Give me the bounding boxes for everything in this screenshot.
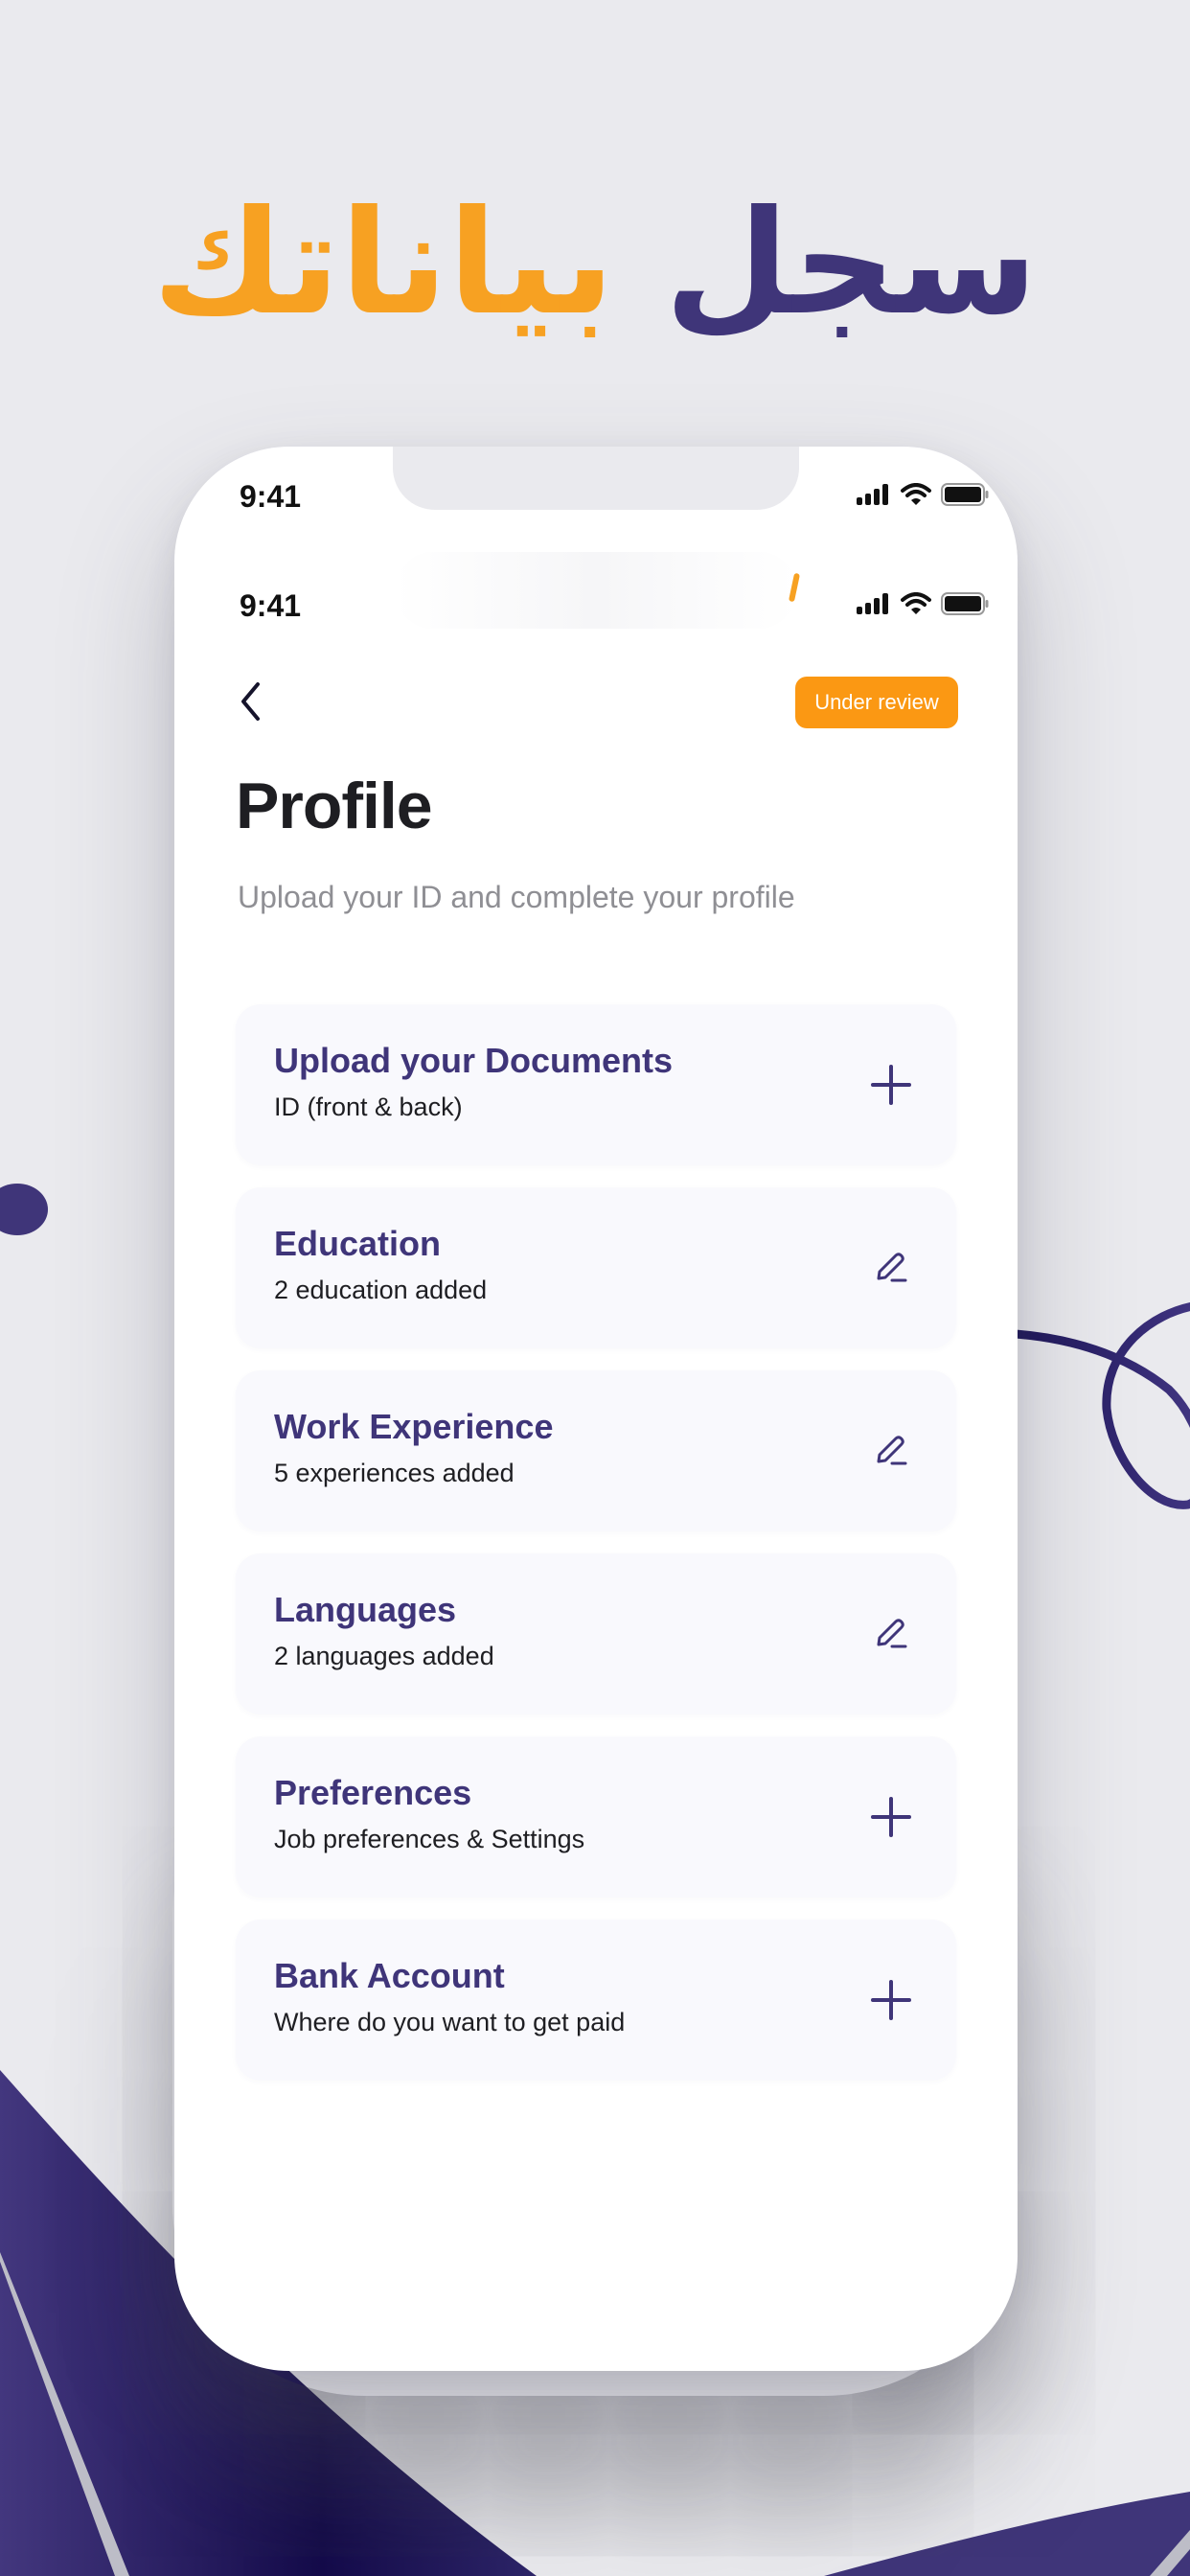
chevron-left-icon xyxy=(241,682,260,721)
section-card-work-experience[interactable]: Work Experience 5 experiences added xyxy=(236,1370,956,1531)
decorative-dot xyxy=(0,1184,48,1235)
back-button[interactable] xyxy=(232,675,270,728)
battery-icon xyxy=(941,592,989,615)
edit-work-experience-button[interactable] xyxy=(860,1420,922,1482)
add-documents-button[interactable] xyxy=(860,1054,922,1116)
decorative-line xyxy=(0,2252,129,2576)
decorative-loop xyxy=(1011,1302,1190,1509)
cellular-signal-icon xyxy=(857,593,888,614)
edit-languages-button[interactable] xyxy=(860,1603,922,1665)
status-time: 9:41 xyxy=(240,479,302,514)
pencil-icon xyxy=(877,1619,907,1648)
section-card-languages[interactable]: Languages 2 languages added xyxy=(236,1553,956,1714)
headline-accent-word: بياناتك xyxy=(151,180,615,347)
section-card-preferences[interactable]: Preferences Job preferences & Settings xyxy=(236,1736,956,1898)
phone-frame: 9:41 9:41 Under review Profile Upload yo… xyxy=(174,447,1018,2371)
status-bar: 9:41 xyxy=(174,470,1018,527)
plus-icon xyxy=(871,1797,911,1837)
battery-icon xyxy=(941,483,989,506)
section-description: Job preferences & Settings xyxy=(274,1825,585,1853)
section-description: 2 languages added xyxy=(274,1642,494,1670)
app-store-screenshot: سجل بياناتك 9:41 9:41 Under review Profi… xyxy=(0,0,1190,2576)
edit-education-button[interactable] xyxy=(860,1237,922,1299)
status-time: 9:41 xyxy=(240,588,302,623)
add-preferences-button[interactable] xyxy=(860,1786,922,1848)
wifi-icon xyxy=(901,592,931,614)
section-title: Preferences xyxy=(274,1773,472,1812)
page-subtitle: Upload your ID and complete your profile xyxy=(238,880,795,914)
pencil-icon xyxy=(877,1436,907,1465)
wifi-icon xyxy=(901,483,931,505)
app-status-bar: 9:41 xyxy=(174,579,1018,636)
section-description: 2 education added xyxy=(274,1276,488,1304)
section-title: Bank Account xyxy=(274,1956,505,1995)
headline-primary-word: سجل xyxy=(664,180,1039,347)
section-title: Work Experience xyxy=(274,1407,554,1446)
plus-icon xyxy=(871,1065,911,1105)
section-card-education[interactable]: Education 2 education added xyxy=(236,1187,956,1348)
decorative-line-right xyxy=(1150,2530,1190,2576)
promo-headline: سجل بياناتك xyxy=(0,192,1190,335)
section-description: 5 experiences added xyxy=(274,1459,515,1487)
status-badge: Under review xyxy=(795,677,958,728)
section-card-bank-account[interactable]: Bank Account Where do you want to get pa… xyxy=(236,1920,956,2081)
section-title: Upload your Documents xyxy=(274,1041,674,1080)
decorative-swoosh-right xyxy=(824,2492,1190,2576)
cellular-signal-icon xyxy=(857,484,888,505)
section-description: ID (front & back) xyxy=(274,1092,463,1121)
section-card-upload-documents[interactable]: Upload your Documents ID (front & back) xyxy=(236,1004,956,1165)
section-title: Education xyxy=(274,1224,442,1263)
add-bank-account-button[interactable] xyxy=(860,1969,922,2031)
section-description: Where do you want to get paid xyxy=(274,2008,626,2036)
plus-icon xyxy=(871,1980,911,2020)
profile-sections-list: Upload your Documents ID (front & back) … xyxy=(236,1004,956,2103)
section-title: Languages xyxy=(274,1590,457,1629)
page-title: Profile xyxy=(236,770,433,842)
pencil-icon xyxy=(877,1253,907,1282)
